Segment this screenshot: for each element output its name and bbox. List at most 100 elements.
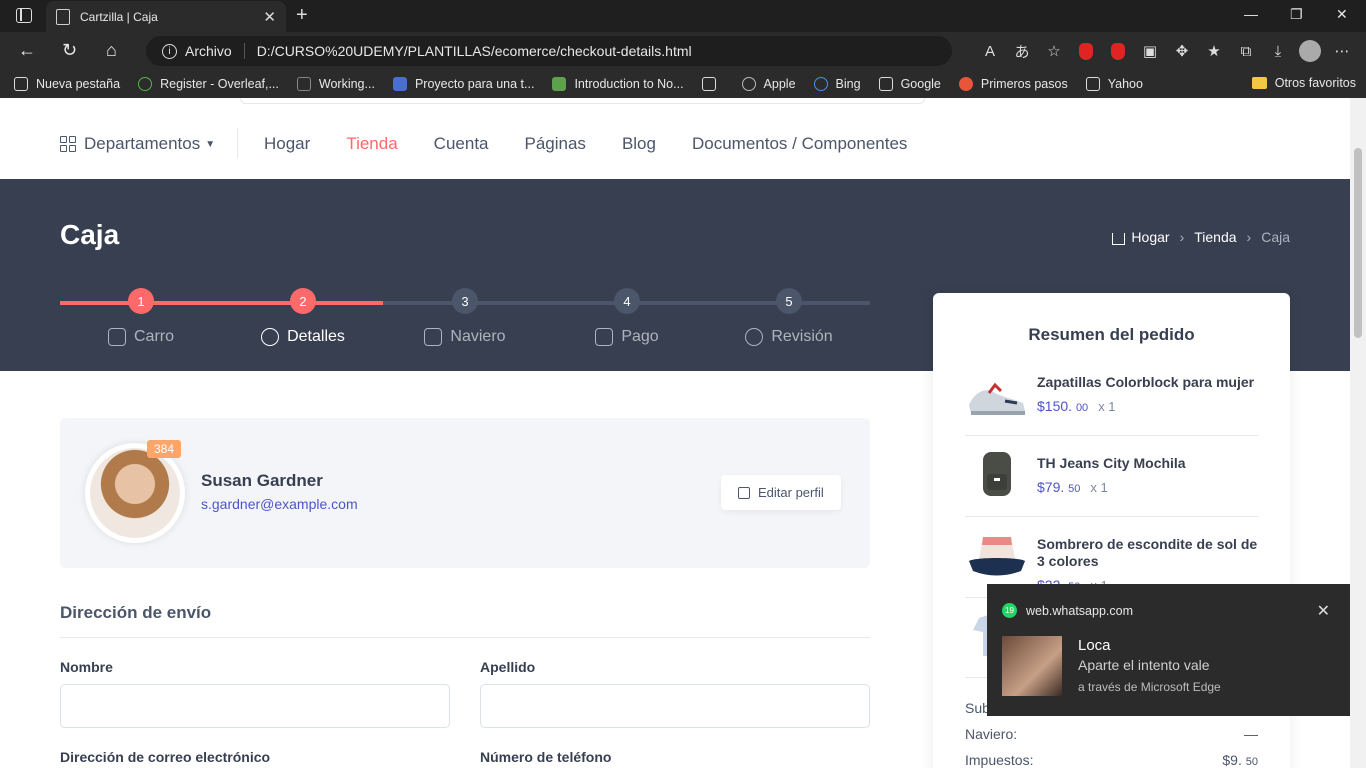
adblock-extension-icon-2[interactable] [1104, 37, 1132, 65]
breadcrumb-current: Caja [1261, 229, 1290, 245]
breadcrumb: Hogar › Tienda › Caja [1112, 229, 1290, 245]
step-label: Revisión [771, 328, 833, 345]
bookmark-item[interactable]: Google [878, 77, 941, 91]
bookmark-item[interactable]: Primeros pasos [958, 77, 1068, 91]
step-payment[interactable]: 4 Pago [547, 288, 707, 346]
first-name-label: Nombre [60, 659, 113, 675]
other-favorites[interactable]: Otros favoritos [1251, 76, 1356, 90]
last-name-label: Apellido [480, 659, 536, 675]
home-icon [1112, 233, 1126, 245]
overleaf-icon [138, 77, 153, 91]
bookmark-item[interactable]: Introduction to No... [552, 77, 684, 91]
step-number: 5 [776, 288, 802, 314]
adblock-extension-icon[interactable] [1072, 37, 1100, 65]
departments-menu[interactable]: Departamentos ▼ [60, 134, 215, 154]
info-icon[interactable]: i [162, 43, 177, 59]
notification-toast[interactable]: 19 web.whatsapp.com ✕ Loca Aparte el int… [987, 584, 1350, 716]
bucket-hat-thumbnail [969, 537, 1025, 576]
nav-item-tienda[interactable]: Tienda [346, 134, 397, 154]
bookmark-item[interactable] [701, 77, 724, 91]
bookmark-item[interactable]: Nueva pestaña [14, 77, 120, 91]
first-name-field[interactable] [60, 684, 450, 728]
bookmark-item[interactable]: Working... [296, 77, 375, 91]
bookmark-item[interactable]: Bing [813, 77, 861, 91]
bookmarks-bar: Nueva pestaña Register - Overleaf,... Wo… [0, 70, 1366, 98]
download-icon[interactable]: ⤓ [1264, 37, 1292, 65]
item-qty: x 1 [1090, 480, 1108, 495]
list-item[interactable]: Zapatillas Colorblock para mujer $150. 0… [965, 363, 1258, 436]
translate-icon[interactable]: あ [1008, 37, 1036, 65]
step-cart[interactable]: 1 Carro [61, 288, 221, 346]
item-name: Zapatillas Colorblock para mujer [1037, 374, 1255, 390]
phone-label: Número de teléfono [480, 749, 612, 765]
bookmark-item[interactable]: Yahoo [1085, 77, 1143, 91]
nodejs-icon [552, 77, 567, 91]
edit-profile-label: Editar perfil [758, 485, 824, 500]
checkout-steps: 1 Carro 2 Detalles 3 Naviero 4 Pago 5 Re… [60, 288, 870, 368]
nav-item-blog[interactable]: Blog [622, 134, 656, 154]
step-review[interactable]: 5 Revisión [709, 288, 869, 346]
edit-profile-button[interactable]: Editar perfil [721, 475, 841, 510]
site-icon [392, 77, 407, 91]
page-icon [14, 77, 28, 91]
firefox-icon [958, 77, 973, 91]
apple-icon [741, 77, 756, 91]
nav-item-docs[interactable]: Documentos / Componentes [692, 134, 907, 154]
home-icon[interactable]: ⌂ [106, 40, 117, 61]
nav-item-paginas[interactable]: Páginas [525, 134, 586, 154]
shipping-label: Naviero: [965, 726, 1018, 742]
favorites-icon[interactable]: ★ [1200, 37, 1228, 65]
profile-email[interactable]: s.gardner@example.com [201, 496, 358, 512]
whatsapp-icon: 19 [1002, 603, 1017, 618]
browser-tab-bar: Cartzilla | Caja ✕ + — ❐ ✕ [0, 0, 1366, 32]
search-bar-edge[interactable] [240, 98, 925, 104]
refresh-icon[interactable]: ↻ [62, 40, 77, 61]
more-menu-icon[interactable]: ⋯ [1328, 37, 1356, 65]
nav-item-cuenta[interactable]: Cuenta [434, 134, 489, 154]
restore-icon[interactable]: ❐ [1290, 6, 1303, 23]
read-aloud-icon[interactable]: A [976, 37, 1004, 65]
notification-source: 19 web.whatsapp.com [1002, 603, 1133, 618]
bing-search-icon [813, 77, 828, 91]
address-label: Archivo [185, 43, 232, 59]
breadcrumb-shop[interactable]: Tienda [1194, 229, 1236, 245]
step-details[interactable]: 2 Detalles [223, 288, 383, 346]
breadcrumb-home[interactable]: Hogar [1131, 229, 1169, 245]
chevron-right-icon: › [1246, 229, 1252, 245]
sidebar-toggle-icon[interactable] [16, 8, 32, 23]
calendar-icon [701, 77, 716, 91]
bookmark-item[interactable]: Proyecto para una t... [392, 77, 534, 91]
last-name-field[interactable] [480, 684, 870, 728]
extensions-puzzle-icon[interactable]: ✥ [1168, 37, 1196, 65]
add-favorite-icon[interactable]: ☆ [1040, 37, 1068, 65]
list-item[interactable]: TH Jeans City Mochila $79. 50 x 1 [965, 436, 1258, 517]
points-badge: 384 [147, 440, 182, 458]
collections-icon[interactable]: ⧉ [1232, 37, 1260, 65]
back-icon[interactable]: ← [18, 40, 36, 61]
close-tab-icon[interactable]: ✕ [263, 8, 276, 26]
order-summary-title: Resumen del pedido [1028, 325, 1195, 344]
page-icon [878, 77, 893, 91]
page-scrollbar[interactable] [1350, 98, 1366, 768]
backpack-thumbnail [983, 452, 1011, 496]
close-window-icon[interactable]: ✕ [1336, 6, 1348, 23]
shipping-value: — [1244, 726, 1258, 742]
step-number: 1 [128, 288, 154, 314]
step-label: Naviero [450, 328, 506, 345]
bookmark-item[interactable]: Apple [741, 77, 796, 91]
bookmark-item[interactable]: Register - Overleaf,... [138, 77, 279, 91]
main-navbar: Departamentos ▼ Hogar Tienda Cuenta Pági… [0, 98, 1350, 179]
new-tab-icon[interactable]: + [296, 4, 308, 27]
browser-tab[interactable]: Cartzilla | Caja ✕ [46, 1, 286, 32]
extension-icon[interactable]: ▣ [1136, 37, 1164, 65]
close-icon[interactable]: ✕ [1317, 601, 1330, 621]
step-shipping[interactable]: 3 Naviero [385, 288, 545, 346]
scrollbar-thumb[interactable] [1354, 148, 1362, 338]
step-number: 4 [614, 288, 640, 314]
profile-avatar-icon[interactable] [1296, 37, 1324, 65]
minimize-icon[interactable]: — [1244, 6, 1258, 22]
nav-item-hogar[interactable]: Hogar [264, 134, 310, 154]
address-bar[interactable]: i Archivo D:/CURSO%20UDEMY/PLANTILLAS/ec… [146, 36, 952, 66]
url-text[interactable]: D:/CURSO%20UDEMY/PLANTILLAS/ecomerce/che… [257, 43, 692, 59]
edit-icon [738, 486, 750, 499]
